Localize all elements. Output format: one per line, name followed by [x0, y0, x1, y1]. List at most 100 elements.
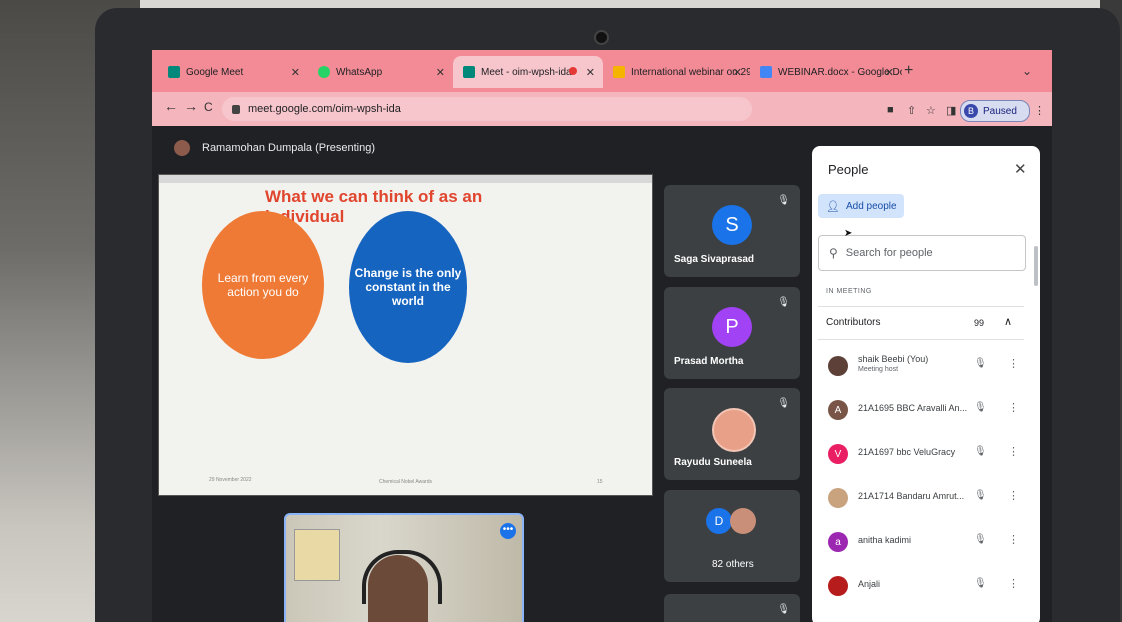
presentation-slide: What we can think of as an individual Le…	[158, 174, 653, 496]
slide-date: 29 November 2022	[209, 477, 252, 483]
participant-tile[interactable]: 🎙︎ P Prasad Mortha	[664, 287, 800, 379]
star-icon[interactable]: ☆	[926, 104, 936, 117]
contributors-count: 99	[974, 318, 985, 328]
participant-tile[interactable]: 🎙︎ Rayudu Suneela	[664, 388, 800, 480]
reload-icon[interactable]: C	[204, 100, 213, 114]
chevron-up-icon[interactable]: ∧	[1004, 315, 1012, 328]
participant-name: 21A1714 Bandaru Amrut...	[858, 491, 965, 501]
kebab-menu-icon[interactable]: ⋮	[1008, 445, 1019, 458]
mic-off-icon: 🎙︎	[777, 604, 790, 615]
add-people-button[interactable]: 👤︎ Add people	[818, 194, 904, 218]
profile-button[interactable]: B Paused	[960, 100, 1030, 122]
contributors-group[interactable]: Contributors 99 ∧	[818, 306, 1024, 340]
camera-indicator-icon[interactable]: ■	[887, 104, 894, 116]
list-item[interactable]: 21A1714 Bandaru Amrut... 🎙︎ ⋮	[818, 476, 1024, 520]
kebab-menu-icon[interactable]: ⋮	[1034, 104, 1045, 117]
avatar	[828, 356, 848, 376]
kebab-menu-icon[interactable]: ⋮	[1008, 533, 1019, 546]
mic-off-icon[interactable]: 🎙︎	[974, 402, 987, 413]
others-tile[interactable]: D 82 others	[664, 490, 800, 582]
list-item[interactable]: Anjali 🎙︎ ⋮	[818, 564, 1024, 608]
meet-favicon-icon	[463, 66, 475, 78]
mic-off-icon[interactable]: 🎙︎	[974, 446, 987, 457]
lock-icon	[232, 104, 240, 114]
tab-international-webinar[interactable]: International webinar on 29th ✕	[603, 56, 750, 88]
sidepanel-icon[interactable]: ◨	[946, 104, 956, 117]
avatar: A	[828, 400, 848, 420]
tab-meet-active[interactable]: Meet - oim-wpsh-ida ✕	[453, 56, 603, 88]
avatar: D	[706, 508, 732, 534]
presenter-name: Ramamohan Dumpala (Presenting)	[202, 142, 376, 154]
tab-bar: Google Meet ✕ WhatsApp ✕ Meet - oim-wpsh…	[152, 50, 1052, 92]
new-tab-icon[interactable]: +	[904, 62, 913, 80]
docs-favicon-icon	[760, 66, 772, 78]
participant-name: 21A1695 BBC Aravalli An...	[858, 403, 968, 413]
section-heading: IN MEETING	[826, 288, 872, 295]
chevron-down-icon[interactable]: ⌄	[1022, 64, 1032, 78]
participant-tile[interactable]: 🎙︎ S Saga Sivaprasad	[664, 185, 800, 277]
tab-label: WEBINAR.docx - Google Docs	[778, 66, 902, 78]
headset	[362, 550, 442, 604]
close-icon[interactable]: ✕	[436, 66, 445, 79]
back-icon[interactable]: ←	[164, 98, 178, 114]
tab-google-meet[interactable]: Google Meet ✕	[158, 56, 308, 88]
mic-off-icon: 🎙︎	[777, 297, 790, 308]
tab-label: WhatsApp	[336, 66, 383, 78]
kebab-menu-icon[interactable]: ⋮	[1008, 401, 1019, 414]
forward-icon[interactable]: →	[184, 98, 198, 114]
close-icon[interactable]: ✕	[586, 66, 595, 79]
kebab-menu-icon[interactable]: ⋮	[1008, 357, 1019, 370]
tab-webinar-docs[interactable]: WEBINAR.docx - Google Docs ✕	[750, 56, 902, 88]
mic-off-icon[interactable]: 🎙︎	[974, 490, 987, 501]
more-options-icon[interactable]: •••	[500, 523, 516, 539]
avatar	[730, 508, 756, 534]
mouse-cursor-icon: ➤	[844, 228, 853, 239]
slide-circle-blue: Change is the only constant in the world	[349, 211, 467, 363]
drive-favicon-icon	[613, 66, 625, 78]
scrollbar[interactable]	[1034, 246, 1038, 286]
close-icon[interactable]: ✕	[733, 66, 742, 79]
avatar: S	[712, 205, 752, 245]
avatar: a	[828, 532, 848, 552]
presenter-video[interactable]: •••	[284, 513, 524, 622]
slide-circle-orange: Learn from every action you do	[202, 211, 324, 359]
kebab-menu-icon[interactable]: ⋮	[1008, 489, 1019, 502]
close-icon[interactable]: ✕	[291, 66, 300, 79]
panel-title: People	[828, 162, 869, 177]
laptop-screen: Google Meet ✕ WhatsApp ✕ Meet - oim-wpsh…	[152, 50, 1052, 622]
mic-off-icon: 🎙︎	[777, 398, 790, 409]
mic-off-icon: 🎙︎	[777, 195, 790, 206]
mic-off-icon[interactable]: 🎙︎	[974, 578, 987, 589]
participant-tile[interactable]: 🎙︎	[664, 594, 800, 622]
slide-window-titlebar	[159, 175, 652, 183]
add-person-icon: 👤︎	[826, 200, 840, 213]
participant-name: Anjali	[858, 579, 881, 589]
close-icon[interactable]: ✕	[885, 66, 894, 79]
mic-off-icon[interactable]: 🎙︎	[974, 358, 987, 369]
list-item[interactable]: A 21A1695 BBC Aravalli An... 🎙︎ ⋮	[818, 388, 1024, 432]
participant-name: shaik Beebi (You)	[858, 354, 929, 364]
list-item[interactable]: V 21A1697 bbc VeluGracy 🎙︎ ⋮	[818, 432, 1024, 476]
url-text: meet.google.com/oim-wpsh-ida	[248, 103, 401, 115]
tab-label: Meet - oim-wpsh-ida	[481, 66, 572, 78]
slide-footer: Chemical Nobel Awards	[379, 479, 432, 485]
add-people-label: Add people	[845, 200, 897, 212]
search-icon: ⚲	[829, 246, 838, 260]
close-icon[interactable]: ✕	[1014, 160, 1027, 178]
circle-text: Change is the only constant in the world	[354, 266, 462, 308]
people-panel: People ✕ 👤︎ Add people ⚲ Search for peop…	[812, 146, 1040, 622]
search-input[interactable]: ⚲ Search for people	[818, 235, 1026, 271]
mic-off-icon[interactable]: 🎙︎	[974, 534, 987, 545]
kebab-menu-icon[interactable]: ⋮	[1008, 577, 1019, 590]
tab-whatsapp[interactable]: WhatsApp ✕	[308, 56, 453, 88]
share-icon[interactable]: ⇧	[907, 104, 916, 117]
list-item[interactable]: shaik Beebi (You) Meeting host 🎙︎ ⋮	[818, 344, 1024, 388]
address-bar[interactable]: meet.google.com/oim-wpsh-ida	[222, 97, 752, 121]
slide-number: 15	[597, 479, 603, 485]
circle-text: Learn from every action you do	[217, 271, 309, 299]
list-item[interactable]: a anitha kadimi 🎙︎ ⋮	[818, 520, 1024, 564]
recording-indicator-icon	[569, 67, 577, 75]
avatar: B	[964, 104, 978, 118]
avatar	[174, 140, 190, 156]
webcam	[594, 30, 609, 45]
